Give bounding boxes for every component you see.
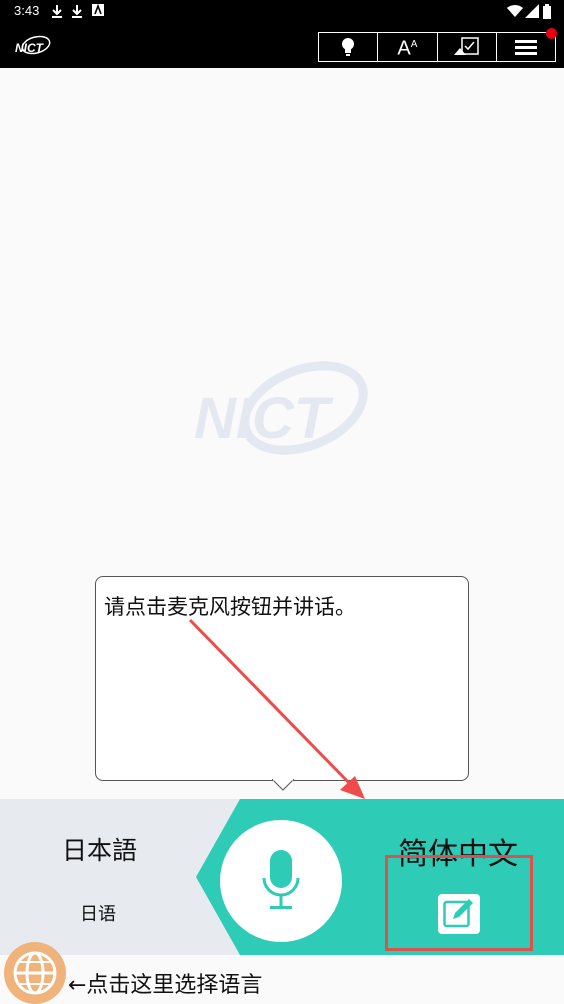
svg-text:NICT: NICT xyxy=(194,386,334,451)
edit-button[interactable] xyxy=(438,894,480,934)
notification-dot xyxy=(546,28,557,39)
status-time: 3:43 xyxy=(14,3,40,18)
download-icon xyxy=(52,5,62,18)
svg-text:NICT: NICT xyxy=(15,41,45,55)
speak-hint-tooltip: 请点击麦克风按钮并讲话。 xyxy=(95,576,469,781)
language-select-hint: ←点击这里选择语言 xyxy=(68,973,263,998)
menu-icon xyxy=(514,40,537,55)
nict-watermark: NICT xyxy=(194,361,368,455)
language-panel: 日本語 日语 简体中文 xyxy=(0,799,564,955)
language-select-button[interactable] xyxy=(4,942,66,1004)
footer-bar: ←点击这里选择语言 xyxy=(0,942,564,1004)
font-size-icon: AA xyxy=(397,37,418,60)
lightbulb-icon xyxy=(342,38,355,56)
history-button[interactable] xyxy=(438,33,497,61)
edit-icon xyxy=(443,899,473,928)
font-size-button[interactable]: AA xyxy=(378,33,438,61)
status-bar: 3:43 xyxy=(0,0,564,24)
mic-button[interactable] xyxy=(220,820,342,942)
nict-logo: NICT xyxy=(15,35,51,55)
history-icon xyxy=(453,37,479,55)
tooltip-tail xyxy=(272,779,294,791)
edit-highlight-box xyxy=(385,855,533,951)
mic-icon xyxy=(262,850,300,909)
tooltip-text: 请点击麦克风按钮并讲话。 xyxy=(104,595,356,619)
download-icon xyxy=(72,5,82,18)
battery-icon xyxy=(543,4,551,19)
app-bar: NICT AA xyxy=(0,24,564,68)
wifi-icon xyxy=(507,4,523,18)
signal-icon xyxy=(525,4,539,18)
tips-button[interactable] xyxy=(319,33,379,61)
menu-button[interactable] xyxy=(497,28,557,61)
toolbar-group: AA xyxy=(318,28,557,62)
app-notification-icon xyxy=(92,4,104,16)
globe-icon xyxy=(13,951,57,995)
